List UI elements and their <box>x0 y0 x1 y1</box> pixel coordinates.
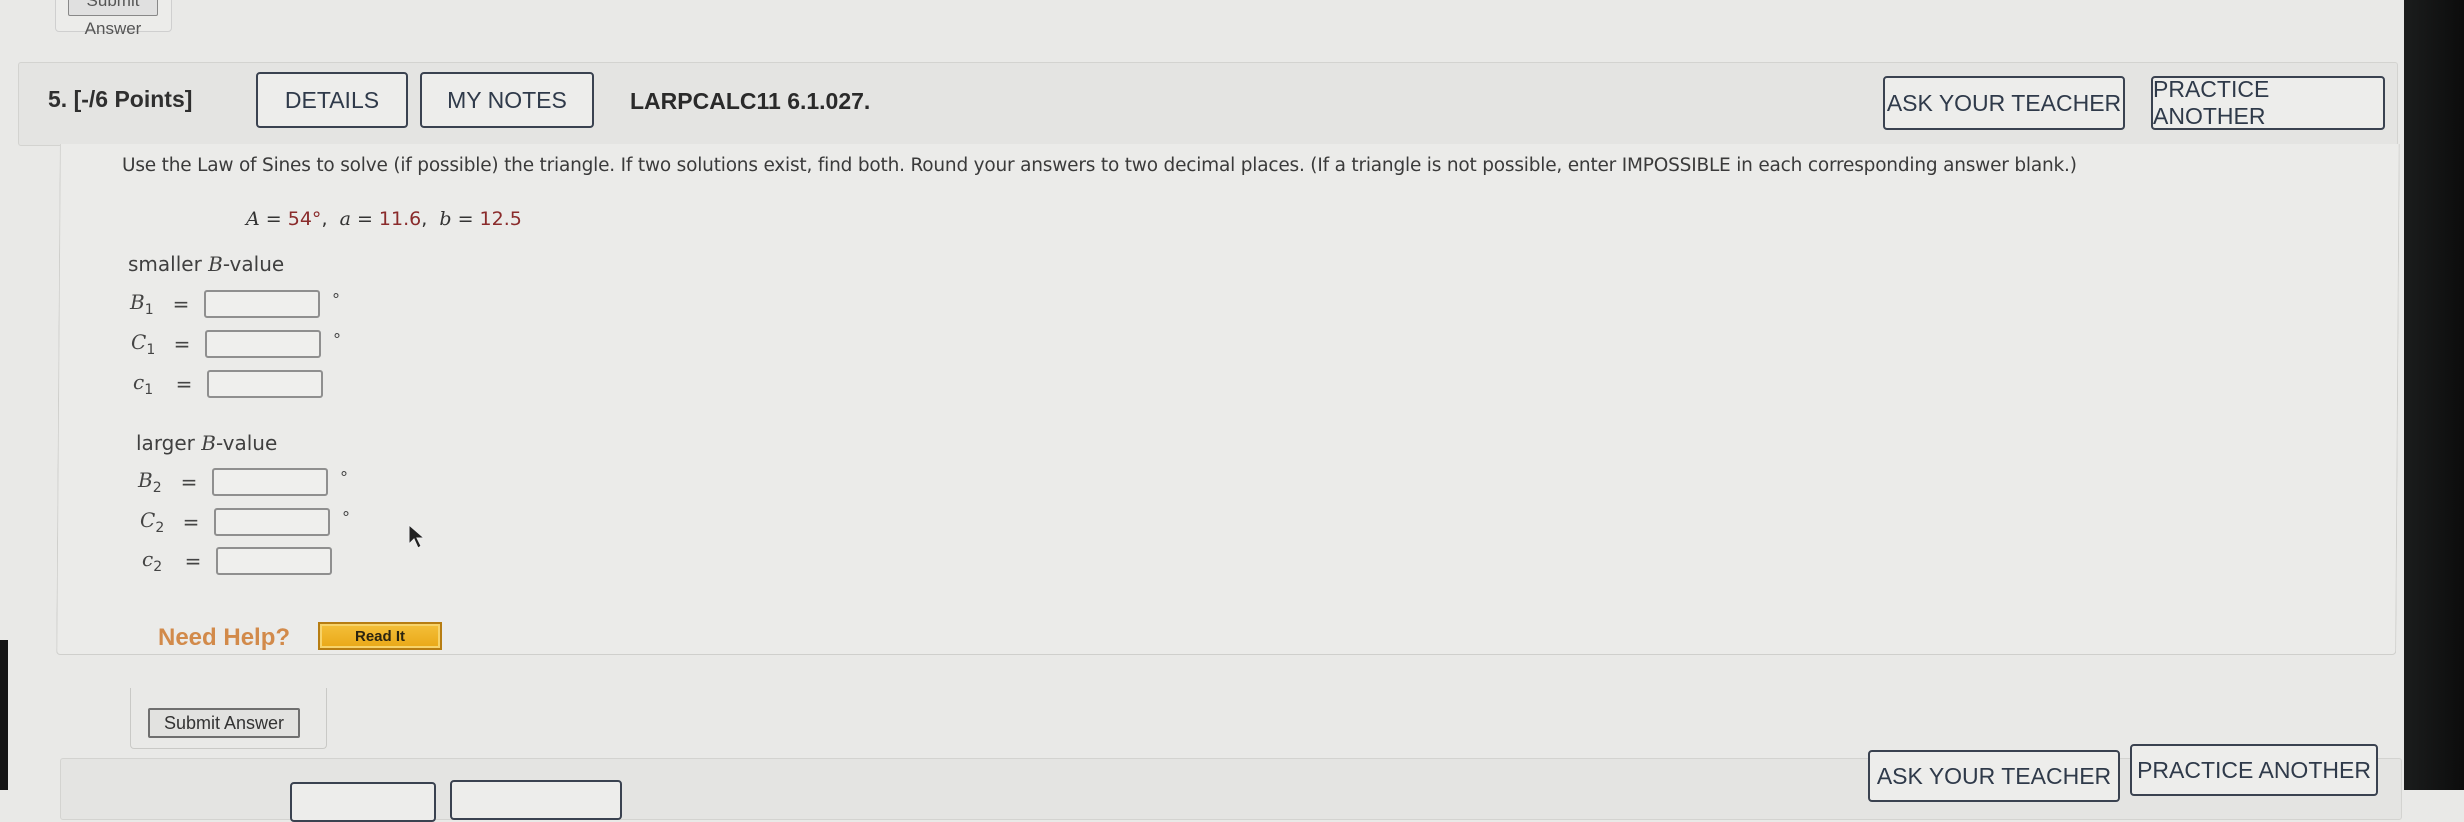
screen-bezel-right <box>2404 0 2464 790</box>
question-instructions: Use the Law of Sines to solve (if possib… <box>122 155 2077 176</box>
read-it-button[interactable]: Read It <box>318 622 442 650</box>
equals-sign: = <box>182 510 200 534</box>
var-subscript: 1 <box>144 382 154 398</box>
label-prefix: larger <box>136 431 202 455</box>
label-var: B <box>201 431 216 455</box>
given-b-value: 12.5 <box>479 208 522 230</box>
var-label: B2 <box>138 468 172 496</box>
var-label: C1 <box>131 330 165 358</box>
previous-submit-answer-button[interactable]: Submit Answer <box>68 0 158 38</box>
submit-answer-button[interactable]: Submit Answer <box>148 708 300 738</box>
var-label: c1 <box>133 370 167 398</box>
answer-row-C2: C2 = ° <box>140 505 350 539</box>
next-my-notes-button[interactable] <box>450 780 622 820</box>
equals-sign: = <box>180 470 198 494</box>
B2-input[interactable] <box>212 468 328 496</box>
question-points: [-/6 Points] <box>73 86 193 112</box>
practice-another-button[interactable]: PRACTICE ANOTHER <box>2151 76 2385 130</box>
var-subscript: 1 <box>144 302 154 318</box>
var-letter: c <box>142 547 154 571</box>
label-suffix: -value <box>222 252 285 276</box>
answer-row-c1: c1 = <box>133 367 323 401</box>
C1-input[interactable] <box>205 330 321 358</box>
given-A-value: 54° <box>287 208 322 230</box>
smaller-b-value-label: smaller B-value <box>128 252 284 276</box>
equals-sign: = <box>172 292 190 316</box>
degree-symbol: ° <box>332 289 340 309</box>
var-letter: C <box>140 508 156 532</box>
B1-input[interactable] <box>204 290 320 318</box>
question-number-label: 5. <box>48 86 68 112</box>
degree-symbol: ° <box>333 329 341 349</box>
var-letter: c <box>133 370 145 394</box>
given-b-label: b <box>439 208 452 230</box>
larger-b-value-label: larger B-value <box>136 431 277 455</box>
answer-row-B2: B2 = ° <box>138 465 348 499</box>
screen-bezel-left <box>0 640 8 790</box>
degree-symbol: ° <box>340 467 348 487</box>
my-notes-button[interactable]: MY NOTES <box>420 72 594 128</box>
given-A-label: A <box>246 208 260 230</box>
next-details-button[interactable] <box>290 782 436 822</box>
c1-input[interactable] <box>207 370 323 398</box>
var-letter: C <box>131 330 147 354</box>
next-practice-another-button[interactable]: PRACTICE ANOTHER <box>2130 744 2378 796</box>
var-subscript: 2 <box>152 480 162 496</box>
equals-sign: = <box>265 208 282 230</box>
var-label: C2 <box>140 508 174 536</box>
given-a-label: a <box>339 208 351 230</box>
c2-input[interactable] <box>216 547 332 575</box>
C2-input[interactable] <box>214 508 330 536</box>
label-prefix: smaller <box>128 252 209 276</box>
var-subscript: 2 <box>153 559 163 575</box>
next-ask-your-teacher-button[interactable]: ASK YOUR TEACHER <box>1868 750 2120 802</box>
var-label: c2 <box>142 547 176 575</box>
answer-row-c2: c2 = <box>142 544 332 578</box>
var-subscript: 2 <box>155 520 165 536</box>
equals-sign: = <box>173 332 191 356</box>
mouse-pointer-icon <box>408 524 426 549</box>
equals-sign: = <box>356 208 373 230</box>
need-help-label: Need Help? <box>158 624 291 651</box>
var-letter: B <box>130 290 145 314</box>
label-var: B <box>208 252 223 276</box>
ask-your-teacher-button[interactable]: ASK YOUR TEACHER <box>1883 76 2125 130</box>
details-button[interactable]: DETAILS <box>256 72 408 128</box>
question-number: 5. [-/6 Points] <box>48 86 192 113</box>
question-code: LARPCALC11 6.1.027. <box>630 88 871 114</box>
var-letter: B <box>138 468 153 492</box>
answer-row-C1: C1 = ° <box>131 327 341 361</box>
var-label: B1 <box>130 290 164 318</box>
equals-sign: = <box>457 208 474 230</box>
equals-sign: = <box>184 549 202 573</box>
equals-sign: = <box>175 372 193 396</box>
given-a-value: 11.6 <box>378 208 422 230</box>
label-suffix: -value <box>215 431 278 455</box>
degree-symbol: ° <box>342 507 350 527</box>
given-values: A = 54°, a = 11.6, b = 12.5 <box>246 208 522 230</box>
answer-row-B1: B1 = ° <box>130 287 340 321</box>
var-subscript: 1 <box>146 342 156 358</box>
